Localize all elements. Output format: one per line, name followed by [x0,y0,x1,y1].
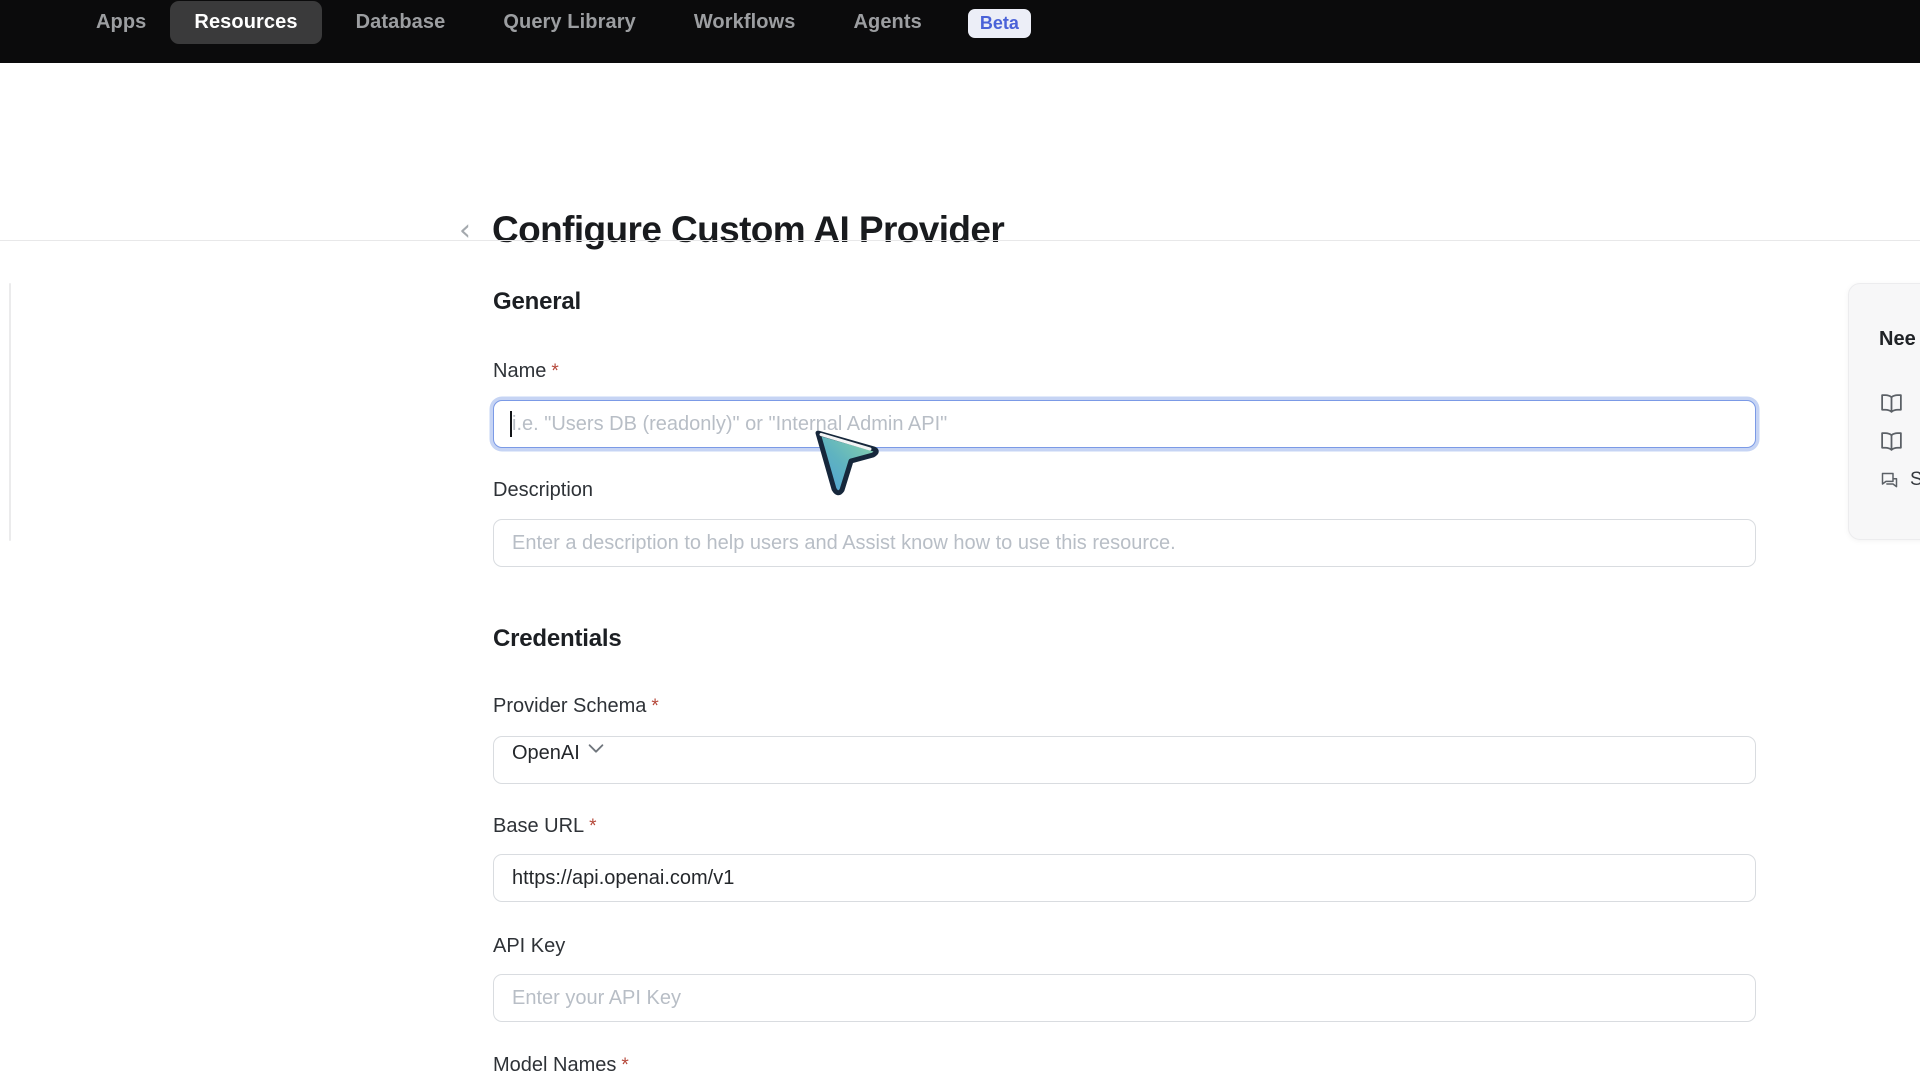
name-label-text: Name [493,360,546,382]
nav-tab-apps[interactable]: Apps [72,1,170,44]
book-icon [1879,430,1904,455]
chat-icon [1879,470,1900,491]
beta-badge: Beta [968,9,1031,38]
required-asterisk: * [621,1055,628,1076]
name-input[interactable] [493,400,1756,448]
provider-schema-field-wrapper: OpenAI [493,736,1756,784]
provider-schema-label-text: Provider Schema [493,695,646,717]
required-asterisk: * [651,696,658,717]
chevron-down-icon [585,737,607,759]
help-link-label: S [1910,469,1920,491]
header-divider [0,240,1920,241]
back-chevron-icon[interactable]: ‹ [452,213,478,249]
description-field-wrapper [493,519,1756,567]
top-navbar: Apps Resources Database Query Library Wo… [0,0,1920,63]
api-key-field-wrapper [493,974,1756,1022]
section-title-general: General [493,288,581,316]
required-asterisk: * [551,361,558,382]
text-caret [510,411,512,437]
base-url-label: Base URL* [493,815,597,838]
description-input[interactable] [493,519,1756,567]
left-panel-edge [9,283,11,541]
help-link-support[interactable]: S [1879,469,1920,491]
help-link-guides[interactable] [1879,430,1914,455]
section-title-credentials: Credentials [493,625,622,653]
api-key-label: API Key [493,935,565,958]
nav-tab-workflows[interactable]: Workflows [670,1,820,44]
nav-items: Apps Resources Database Query Library Wo… [72,0,1031,44]
page-header: ‹ Configure Custom AI Provider [0,63,1920,240]
base-url-input[interactable] [493,854,1756,902]
base-url-field-wrapper [493,854,1756,902]
provider-schema-label: Provider Schema* [493,695,659,718]
nav-tab-database[interactable]: Database [332,1,470,44]
nav-tab-resources[interactable]: Resources [170,1,321,44]
book-icon [1879,392,1904,417]
model-names-label: Model Names* [493,1054,629,1077]
help-panel-title: Nee [1879,328,1916,351]
model-names-label-text: Model Names [493,1054,616,1076]
description-label: Description [493,479,593,502]
nav-tab-query-library[interactable]: Query Library [479,1,659,44]
help-link-docs[interactable] [1879,392,1914,417]
api-key-input[interactable] [493,974,1756,1022]
name-label: Name* [493,360,559,383]
base-url-label-text: Base URL [493,815,584,837]
required-asterisk: * [589,816,596,837]
nav-tab-agents[interactable]: Agents [829,1,945,44]
page-title: Configure Custom AI Provider [492,209,1004,251]
help-panel: Nee S [1848,283,1920,540]
name-field-wrapper [493,400,1756,448]
provider-schema-select[interactable]: OpenAI [493,736,1756,784]
provider-schema-value: OpenAI [512,742,580,764]
